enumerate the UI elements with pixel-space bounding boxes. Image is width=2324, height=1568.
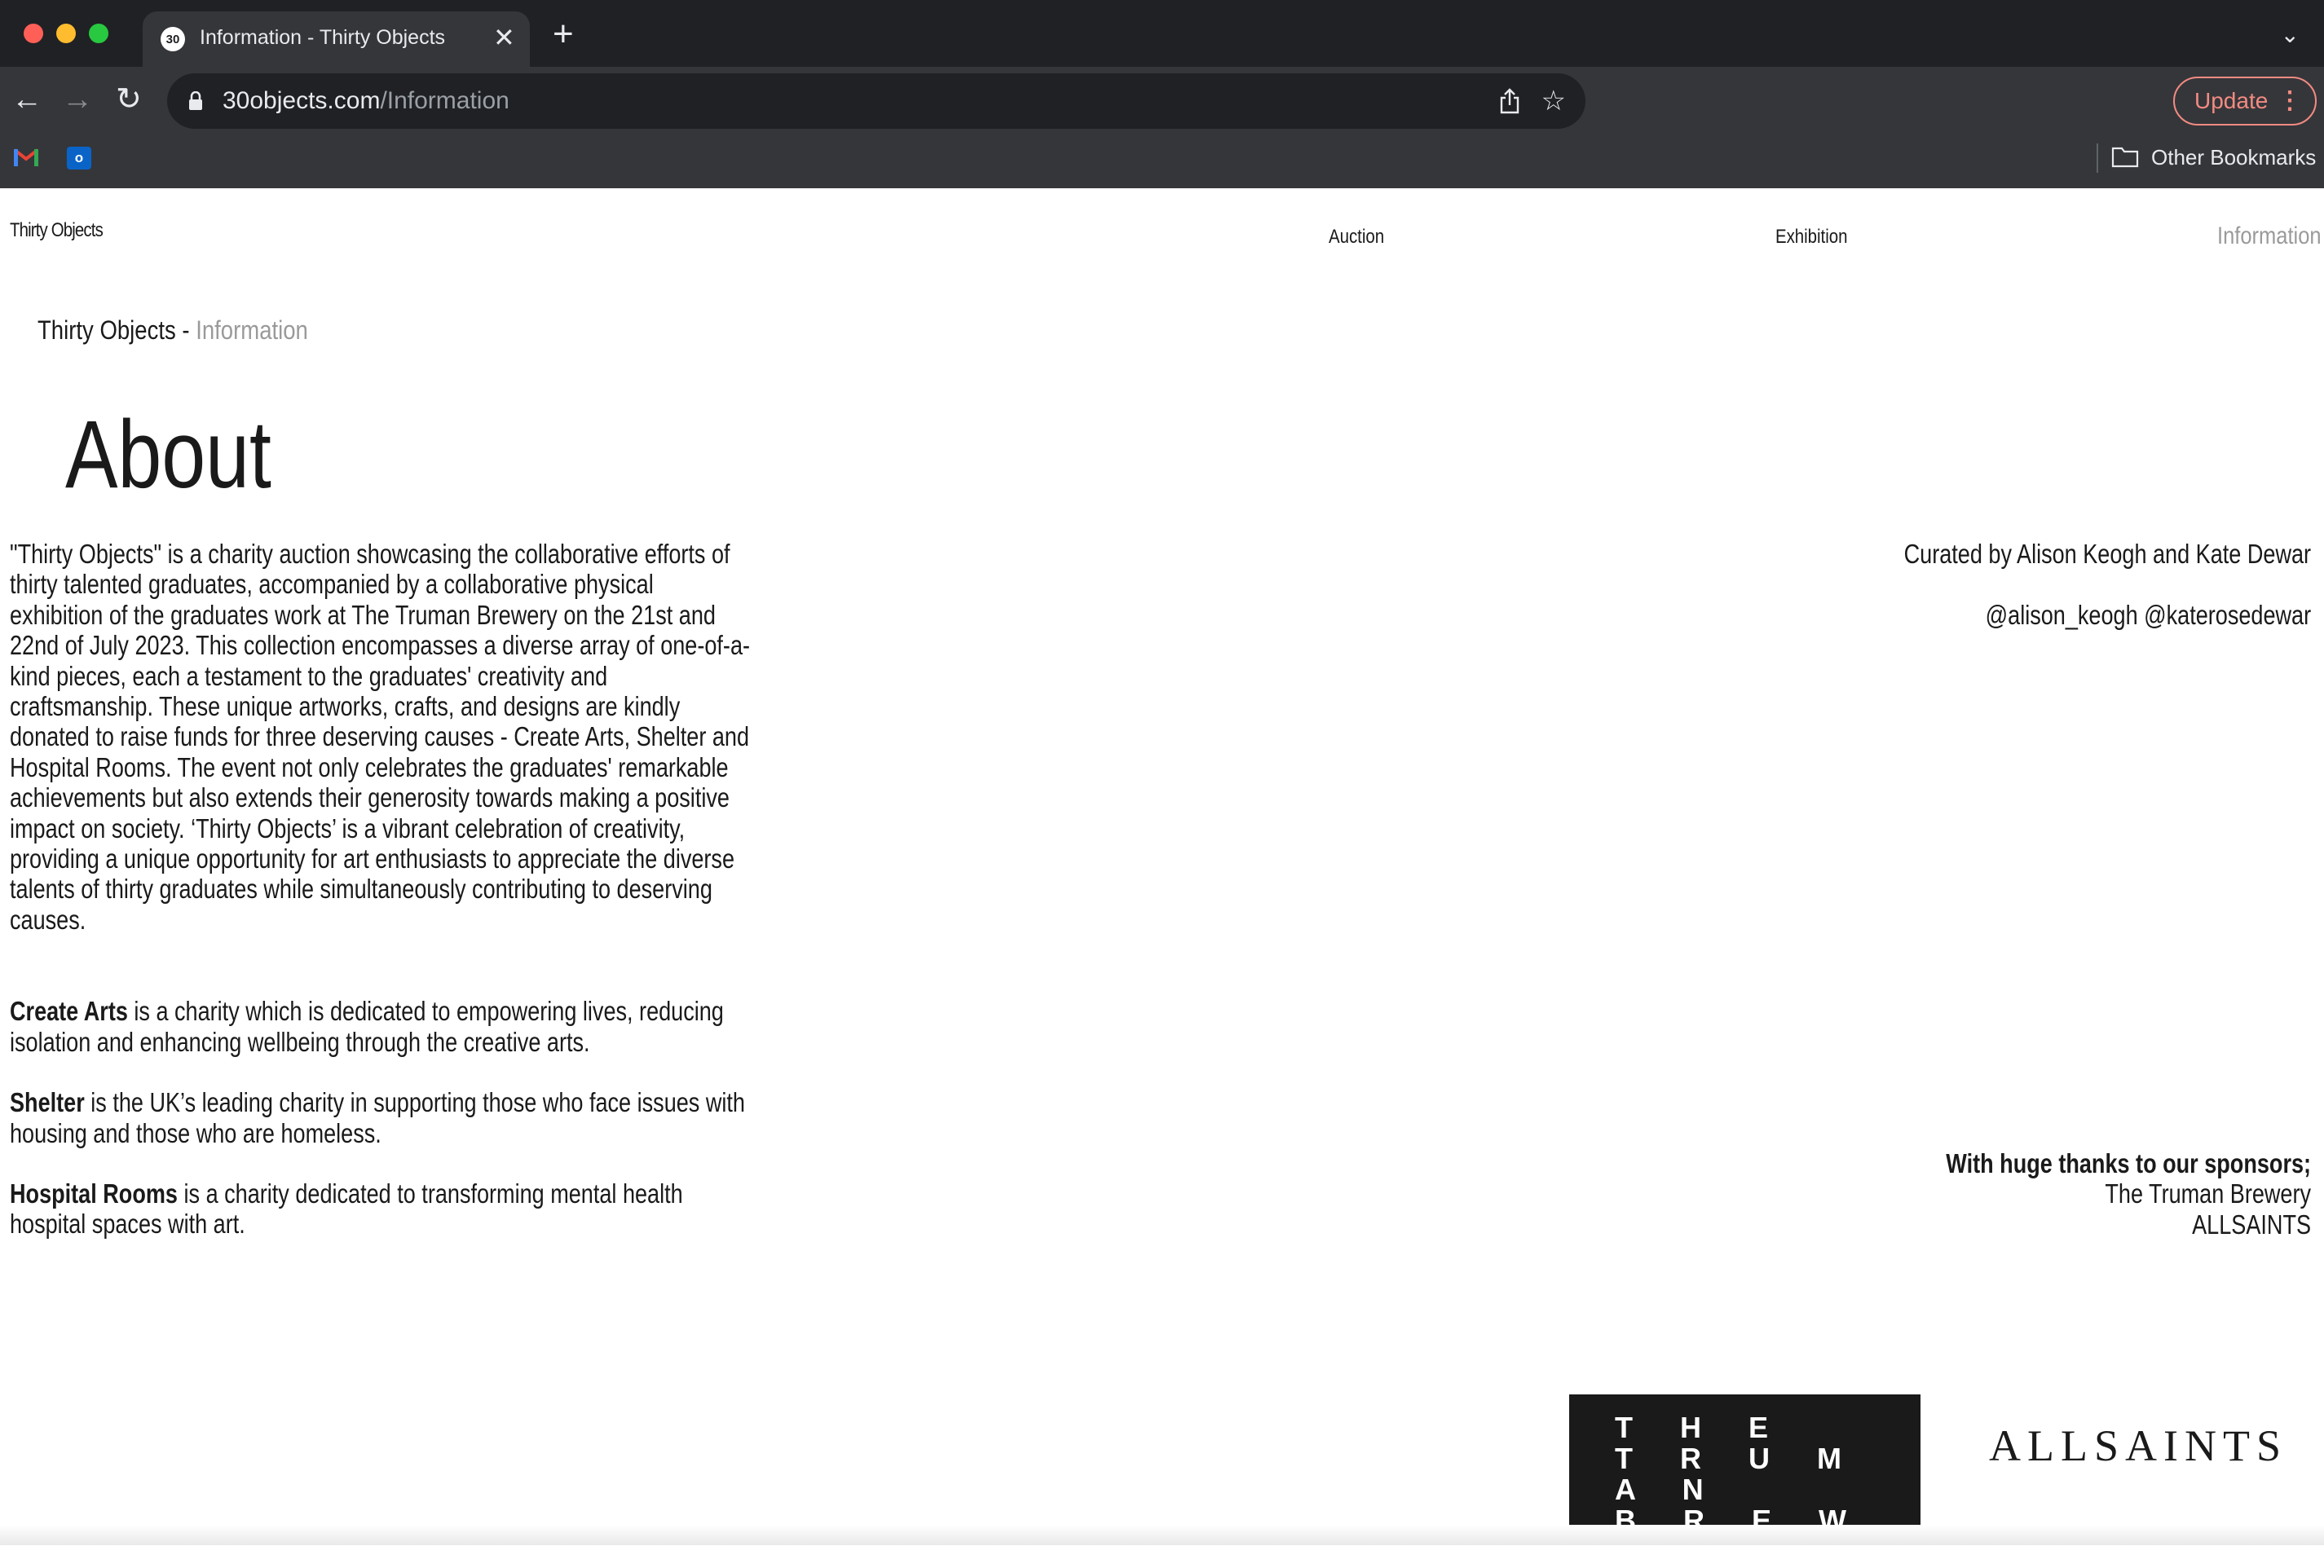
- truman-brewery-logo: T H E T R U M A N B R E W E R Y: [1569, 1394, 1920, 1567]
- breadcrumb-separator: -: [182, 315, 190, 345]
- charity-create-arts: Create Arts is a charity which is dedica…: [10, 996, 752, 1057]
- update-label: Update: [2194, 88, 2269, 113]
- truman-logo-line: T H E: [1615, 1411, 1788, 1444]
- address-bar[interactable]: 30objects.com/Information ☆: [167, 73, 1585, 129]
- new-tab-icon[interactable]: +: [553, 16, 574, 52]
- tab-title: Information - Thirty Objects: [200, 26, 446, 49]
- about-intro: "Thirty Objects" is a charity auction sh…: [10, 539, 751, 935]
- charity-description: is the UK’s leading charity in supportin…: [10, 1087, 745, 1148]
- url-domain: 30objects.com: [223, 87, 381, 114]
- url-path: /Information: [380, 87, 509, 114]
- sponsors-block: With huge thanks to our sponsors; The Tr…: [1946, 1148, 2311, 1240]
- about-text-column: "Thirty Objects" is a charity auction sh…: [10, 539, 752, 1270]
- curated-by: Curated by Alison Keogh and Kate Dewar: [1903, 539, 2311, 569]
- page-content: Thirty Objects Auction Exhibition Inform…: [0, 188, 2324, 1567]
- close-window-button[interactable]: [24, 24, 43, 43]
- folder-icon: [2111, 147, 2139, 168]
- bookmark-divider: [2097, 143, 2098, 173]
- charity-name: Shelter: [10, 1087, 85, 1118]
- other-bookmarks-link[interactable]: Other Bookmarks: [2151, 145, 2316, 170]
- back-icon[interactable]: ←: [11, 83, 42, 116]
- close-icon[interactable]: ✕: [493, 23, 515, 52]
- sponsors-heading: With huge thanks to our sponsors;: [1946, 1148, 2311, 1178]
- minimize-window-button[interactable]: [56, 24, 76, 43]
- charity-hospital-rooms: Hospital Rooms is a charity dedicated to…: [10, 1178, 752, 1240]
- share-icon[interactable]: [1499, 88, 1520, 114]
- curator-handles[interactable]: @alison_keogh @katerosedewar: [1986, 600, 2311, 630]
- truman-logo-line: T R U M A N: [1615, 1442, 1861, 1506]
- breadcrumb: Thirty Objects - Information: [37, 315, 308, 346]
- star-icon[interactable]: ☆: [1541, 85, 1566, 117]
- nav-auction[interactable]: Auction: [1329, 226, 1384, 249]
- update-button[interactable]: Update ⋮: [2173, 77, 2317, 126]
- allsaints-logo: ALLSAINTS: [1989, 1421, 2287, 1470]
- browser-chrome: 30 Information - Thirty Objects ✕ + ⌄ ← …: [0, 0, 2324, 188]
- tab-strip: 30 Information - Thirty Objects ✕ + ⌄: [0, 0, 2324, 67]
- nav-exhibition[interactable]: Exhibition: [1775, 226, 1847, 249]
- nav-information[interactable]: Information: [2217, 222, 2322, 250]
- chevron-down-icon[interactable]: ⌄: [2281, 21, 2300, 48]
- sponsor-item: The Truman Brewery: [2105, 1178, 2311, 1209]
- charity-name: Create Arts: [10, 996, 128, 1027]
- site-logo-link[interactable]: Thirty Objects: [10, 219, 104, 242]
- forward-icon[interactable]: →: [62, 83, 93, 116]
- sponsor-item: ALLSAINTS: [2192, 1209, 2311, 1240]
- page-title: About: [65, 401, 271, 509]
- lock-icon: [189, 91, 202, 110]
- reload-icon[interactable]: ↻: [116, 83, 142, 116]
- site-favicon-icon: 30: [161, 27, 185, 51]
- browser-tab[interactable]: 30 Information - Thirty Objects ✕: [143, 11, 530, 67]
- breadcrumb-current: Information: [196, 315, 308, 345]
- url-text[interactable]: 30objects.com/Information: [223, 87, 509, 115]
- charity-shelter: Shelter is the UK’s leading charity in s…: [10, 1087, 752, 1148]
- breadcrumb-root[interactable]: Thirty Objects: [37, 315, 176, 345]
- outlook-icon[interactable]: o: [67, 147, 91, 170]
- charity-name: Hospital Rooms: [10, 1178, 178, 1209]
- bottom-shadow: [0, 1525, 2324, 1545]
- gmail-icon[interactable]: [13, 147, 39, 168]
- maximize-window-button[interactable]: [89, 24, 108, 43]
- more-icon[interactable]: ⋮: [2278, 86, 2302, 115]
